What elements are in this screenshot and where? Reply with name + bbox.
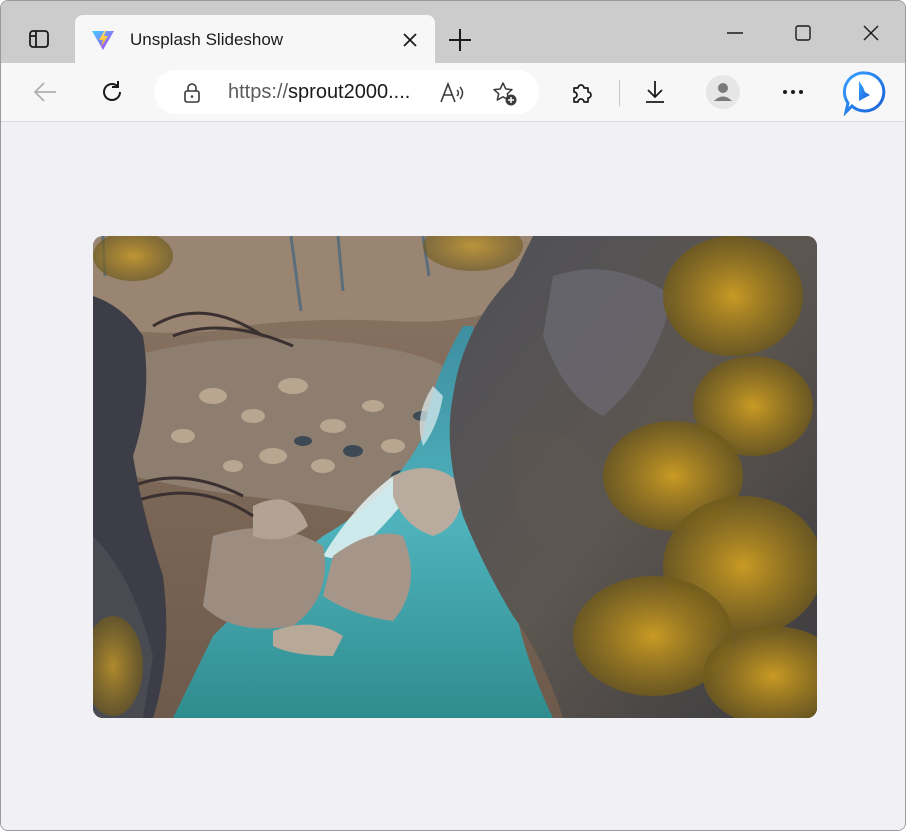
back-button[interactable]	[30, 77, 60, 107]
river-canyon-photo	[93, 236, 817, 718]
tab-close-icon[interactable]	[399, 29, 421, 51]
bing-chat-icon	[842, 71, 886, 116]
bing-chat-button[interactable]	[841, 69, 889, 117]
download-icon	[646, 81, 664, 103]
browser-window: Unsplash Slideshow https://sprout2000...…	[0, 0, 906, 831]
url-text[interactable]: https://sprout2000....	[228, 81, 410, 104]
maximize-icon[interactable]	[791, 21, 815, 45]
tab-strip: Unsplash Slideshow	[1, 1, 905, 64]
more-icon	[783, 90, 803, 94]
slideshow-image[interactable]	[93, 236, 817, 718]
add-favorite-icon[interactable]	[491, 80, 519, 108]
url-host: sprout2000....	[288, 81, 411, 103]
url-scheme: https://	[228, 81, 289, 103]
extensions-button[interactable]	[567, 77, 597, 107]
browser-toolbar: https://sprout2000....	[1, 63, 905, 122]
close-window-icon[interactable]	[859, 21, 883, 45]
downloads-button[interactable]	[640, 77, 670, 107]
toolbar-separator	[619, 80, 620, 106]
refresh-button[interactable]	[97, 77, 127, 107]
lock-icon[interactable]	[182, 82, 202, 104]
read-aloud-icon[interactable]	[438, 80, 466, 106]
address-bar[interactable]: https://sprout2000....	[154, 70, 539, 114]
profile-icon	[714, 83, 732, 101]
tab-actions-icon	[29, 30, 49, 48]
page-content	[1, 122, 905, 830]
refresh-icon	[103, 81, 121, 101]
new-tab-icon[interactable]	[447, 27, 473, 53]
profile-button[interactable]	[706, 75, 740, 109]
tab-title: Unsplash Slideshow	[130, 30, 284, 49]
minimize-icon[interactable]	[723, 21, 747, 45]
active-tab[interactable]: Unsplash Slideshow	[75, 15, 435, 64]
back-arrow-icon	[33, 82, 56, 102]
more-button[interactable]	[778, 77, 808, 107]
tab-actions-button[interactable]	[15, 17, 63, 61]
extensions-icon	[573, 84, 592, 103]
vite-logo-icon	[92, 30, 114, 50]
